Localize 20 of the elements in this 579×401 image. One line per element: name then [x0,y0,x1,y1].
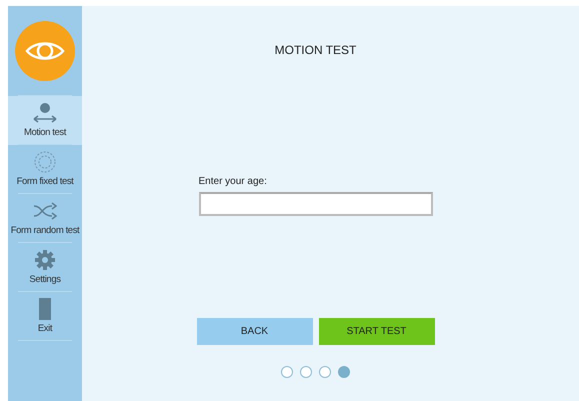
page-dot[interactable] [300,366,312,378]
sidebar-item[interactable]: Settings [8,243,82,292]
page-dot[interactable] [338,366,350,378]
page-title: MOTION TEST [274,43,356,57]
eye-logo-icon [15,21,75,81]
settings-icon [34,249,56,271]
start-test-button[interactable]: START TEST [318,318,434,345]
field-label: Enter your age: [198,176,268,187]
sidebar-item[interactable]: Exit [8,292,82,341]
age-input-field[interactable] [198,192,432,216]
page-dot[interactable] [281,366,293,378]
sidebar-item[interactable]: Motion test [8,96,82,145]
back-button[interactable]: BACK [196,318,312,345]
motion-icon [32,102,58,124]
door-icon [39,298,51,320]
page-dot[interactable] [319,366,331,378]
shuffle-icon [32,200,58,222]
concentric-circles-icon [34,151,56,173]
sidebar-item[interactable]: Form random test [8,194,82,243]
sidebar-item[interactable]: Form fixed test [8,145,82,194]
